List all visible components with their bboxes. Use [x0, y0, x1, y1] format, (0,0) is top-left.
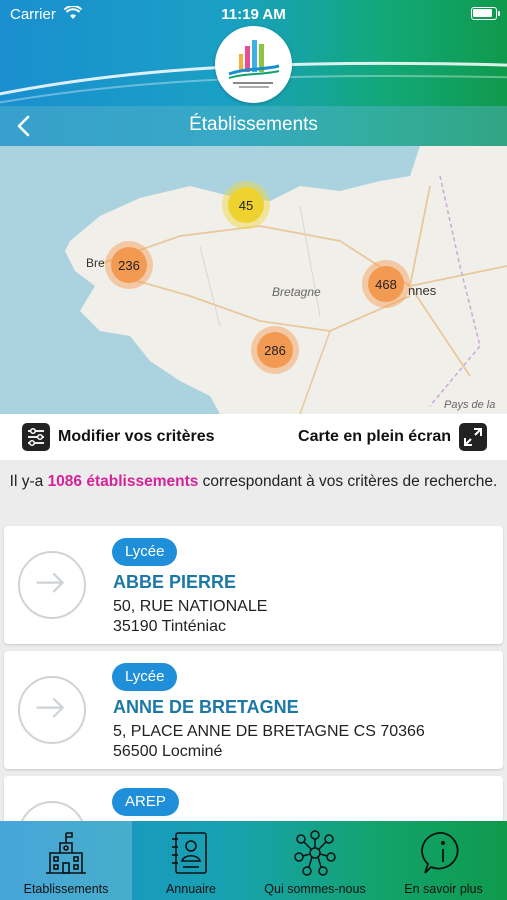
result-prefix: Il y-a [9, 473, 48, 490]
address-line-2: 56500 Locminé [113, 743, 223, 760]
cluster-count: 468 [375, 276, 397, 292]
arrow-right-circle-icon[interactable] [18, 551, 86, 619]
tab-label: Annuaire [165, 882, 217, 896]
result-summary: Il y-a 1086 établissements correspondant… [0, 460, 507, 526]
establishment-card[interactable]: Lycée ANNE DE BRETAGNE 5, PLACE ANNE DE … [4, 651, 503, 769]
arrow-right-circle-icon[interactable] [18, 676, 86, 744]
establishment-type-badge: AREP [112, 788, 179, 816]
address-line-1: 50, RUE NATIONALE [113, 598, 268, 615]
map-actions-bar: Modifier vos critères Carte en plein écr… [0, 414, 507, 460]
bottom-tab-bar: Etablissements Annuaire Qui sommes-nous … [0, 821, 507, 900]
battery-icon [471, 7, 500, 20]
map-view[interactable]: Bretagne Bre nnes Pays de la 45 236 468 … [0, 146, 507, 414]
map-area-label: Pays de la [444, 399, 496, 411]
region-label: Bretagne [272, 285, 321, 299]
page-title: Établissements [189, 114, 318, 135]
tab-label: En savoir plus [404, 882, 483, 896]
city-label-rennes: nnes [408, 283, 437, 298]
address-line-1: 5, PLACE ANNE DE BRETAGNE CS 70366 [113, 723, 425, 740]
info-bubble-icon [421, 832, 459, 874]
result-count: 1086 établissements [47, 473, 199, 490]
cluster-count: 45 [238, 197, 254, 213]
app-logo [215, 26, 292, 103]
modify-criteria-label: Modifier vos critères [58, 428, 215, 445]
network-people-icon [294, 830, 336, 876]
tab-label: Qui sommes-nous [264, 882, 366, 896]
logo-graphic-icon [228, 40, 280, 88]
tab-annuaire[interactable]: Annuaire [132, 821, 250, 900]
status-time: 11:19 AM [221, 6, 286, 23]
cluster-count: 286 [264, 342, 286, 358]
school-building-icon [46, 832, 86, 874]
result-suffix: correspondant à vos critères de recherch… [198, 473, 498, 490]
tab-etablissements[interactable]: Etablissements [0, 821, 132, 900]
modify-criteria-button[interactable]: Modifier vos critères [22, 423, 215, 451]
map-cluster-marker[interactable]: 286 [251, 326, 299, 374]
status-bar: Carrier 11:19 AM [0, 0, 507, 28]
fullscreen-map-button[interactable]: Carte en plein écran [298, 423, 487, 451]
tab-label: Etablissements [23, 882, 109, 896]
fullscreen-label: Carte en plein écran [298, 428, 451, 445]
expand-icon [459, 423, 487, 451]
establishment-card[interactable]: Lycée ABBE PIERRE 50, RUE NATIONALE 3519… [4, 526, 503, 644]
establishment-type-badge: Lycée [112, 538, 178, 566]
map-cluster-marker[interactable]: 45 [222, 181, 270, 229]
app-header: Carrier 11:19 AM Établissements [0, 0, 507, 146]
cluster-count: 236 [118, 257, 140, 273]
establishment-type-badge: Lycée [112, 663, 178, 691]
address-line-2: 35190 Tinténiac [113, 618, 226, 635]
establishment-name: ABBE PIERRE [113, 572, 237, 592]
map-cluster-marker[interactable]: 236 [105, 241, 153, 289]
tab-qui-sommes-nous[interactable]: Qui sommes-nous [250, 821, 380, 900]
tab-en-savoir-plus[interactable]: En savoir plus [380, 821, 507, 900]
navigation-bar: Établissements [0, 106, 507, 146]
map-cluster-marker[interactable]: 468 [362, 260, 410, 308]
establishment-address: 50, RUE NATIONALE 35190 Tinténiac [113, 597, 267, 637]
contact-book-icon [172, 832, 207, 874]
establishment-name: ANNE DE BRETAGNE [113, 697, 299, 717]
city-label-brest: Bre [86, 256, 105, 270]
establishment-address: 5, PLACE ANNE DE BRETAGNE CS 70366 56500… [113, 722, 425, 762]
sliders-icon [22, 423, 50, 451]
